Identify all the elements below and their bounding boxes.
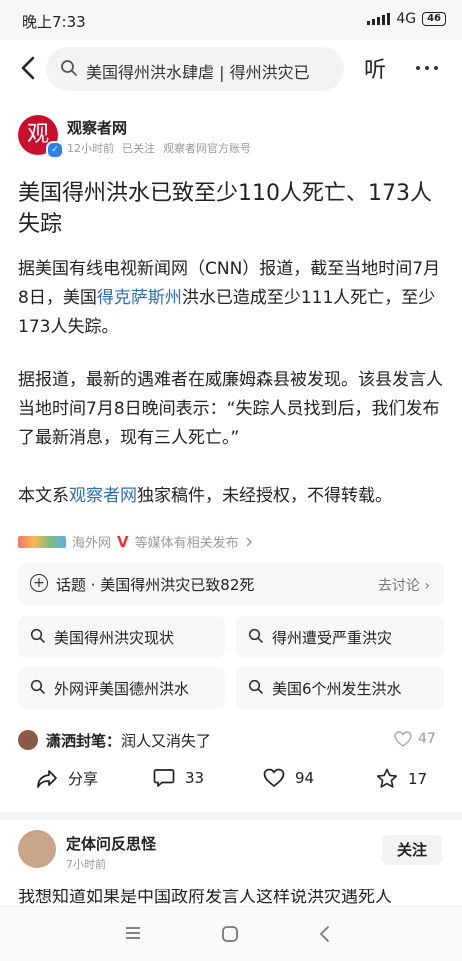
search-icon xyxy=(248,628,263,643)
topic-discuss[interactable]: 去讨论 › xyxy=(378,575,430,595)
section-divider xyxy=(0,812,462,820)
chevron-right-icon xyxy=(246,536,252,547)
comment-icon xyxy=(153,769,175,787)
menu-icon[interactable] xyxy=(124,925,142,941)
article-paragraph-3: 本文系观察者网独家稿件，未经授权，不得转载。 xyxy=(18,482,444,511)
star-icon xyxy=(377,768,397,788)
topic-label: 话题 · 美国得州洪灾已致82死 xyxy=(56,576,255,594)
comment-like-count: 47 xyxy=(418,731,436,747)
top-comment[interactable]: 潇洒封笔：润人又消失了 xyxy=(46,730,211,751)
chip-label: 外网评美国德州洪水 xyxy=(54,680,190,698)
search-icon xyxy=(30,679,45,694)
related-search-chip[interactable]: 美国得州洪灾现状 xyxy=(18,616,225,658)
topic-action: 去讨论 xyxy=(377,578,420,594)
home-icon[interactable] xyxy=(221,925,239,943)
verified-badge-icon: ✓ xyxy=(46,141,64,159)
share-button[interactable]: 分享 xyxy=(36,768,98,789)
heart-icon xyxy=(394,731,412,747)
comment-like[interactable]: 47 xyxy=(394,731,436,747)
outlet-logo xyxy=(18,535,66,548)
v-mark: V xyxy=(117,532,129,551)
network-type: 4G xyxy=(396,11,417,27)
action-bar: 分享 33 94 17 xyxy=(0,760,462,800)
plus-circle-icon: + xyxy=(30,574,48,592)
like-count: 94 xyxy=(295,769,315,787)
chip-label: 美国得州洪灾现状 xyxy=(54,629,175,647)
author-name[interactable]: 观察者网 xyxy=(67,117,127,138)
comment-button[interactable]: 33 xyxy=(153,768,204,788)
article-paragraph-2: 据报道，最新的遇难者在威廉姆森县被发现。该县发言人当地时间7月8日晚间表示：“失… xyxy=(18,370,443,448)
chip-label: 美国6个州发生洪水 xyxy=(272,680,402,698)
favorite-button[interactable]: 17 xyxy=(376,768,427,789)
back-icon[interactable] xyxy=(16,53,42,83)
follow-button[interactable]: 关注 xyxy=(382,835,442,865)
outlet-name: 海外网 xyxy=(72,536,112,551)
search-icon xyxy=(61,60,77,76)
share-label: 分享 xyxy=(68,770,99,788)
next-post-preview[interactable]: 我想知道如果是中国政府发言人这样说洪灾遇死人 xyxy=(18,889,444,905)
paragraph-text: 本文系 xyxy=(18,486,69,506)
favorite-count: 17 xyxy=(408,769,428,788)
commenter-name: 潇洒封笔： xyxy=(46,732,122,750)
battery-icon: 46 xyxy=(422,12,446,26)
more-icon[interactable] xyxy=(416,66,438,70)
topic-card[interactable]: + 话题 · 美国得州洪灾已致82死 去讨论 › xyxy=(18,563,444,605)
post-time: 12小时前 xyxy=(67,142,114,155)
search-icon xyxy=(248,679,263,694)
guancha-link[interactable]: 观察者网 xyxy=(69,486,137,506)
comment-text: 润人又消失了 xyxy=(121,732,212,750)
related-search-chip[interactable]: 外网评美国德州洪水 xyxy=(18,667,225,709)
chip-label: 得州遭受严重洪灾 xyxy=(272,629,393,647)
like-button[interactable]: 94 xyxy=(263,768,314,788)
search-bar[interactable]: 美国得州洪水肆虐 | 得州洪灾已 xyxy=(46,47,344,91)
media-source[interactable]: 海外网 V 等媒体有相关发布 xyxy=(18,532,253,551)
signal-icon xyxy=(367,13,391,25)
follow-state: 已关注 xyxy=(122,142,155,155)
related-search-chip[interactable]: 得州遭受严重洪灾 xyxy=(236,616,444,658)
article-paragraph-1: 据美国有线电视新闻网（CNN）报道，截至当地时间7月8日，美国得克萨斯州洪水已造… xyxy=(18,255,444,342)
texas-link[interactable]: 得克萨斯州 xyxy=(97,288,182,308)
back-nav-icon[interactable] xyxy=(318,925,332,943)
heart-icon xyxy=(263,768,285,788)
next-post-avatar[interactable] xyxy=(18,830,56,868)
article-title: 美国得州洪水已致至少110人死亡、173人失踪 xyxy=(18,181,432,237)
listen-button[interactable]: 听 xyxy=(364,52,386,84)
related-search-chip[interactable]: 美国6个州发生洪水 xyxy=(236,667,444,709)
outlet-more: 等媒体有相关发布 xyxy=(134,536,239,551)
status-bar: 晚上7:33 4G 46 xyxy=(0,0,462,40)
account-desc: 观察者网官方账号 xyxy=(163,142,251,155)
status-indicators: 4G 46 xyxy=(367,11,446,27)
status-time: 晚上7:33 xyxy=(22,13,86,31)
paragraph-text: 独家稿件，未经授权，不得转载。 xyxy=(137,486,392,506)
share-icon xyxy=(37,769,57,788)
next-post-text: 我想知道如果是中国政府发言人这样说洪灾遇死人 xyxy=(18,889,392,905)
next-post-author[interactable]: 定体问反思怪 xyxy=(66,833,156,854)
commenter-avatar[interactable] xyxy=(18,730,38,750)
next-post-time: 7小时前 xyxy=(66,858,106,871)
search-icon xyxy=(30,628,45,643)
system-nav-bar xyxy=(0,906,462,961)
comment-count: 33 xyxy=(185,769,205,787)
author-meta: 12小时前 已关注 观察者网官方账号 xyxy=(67,140,251,156)
search-query: 美国得州洪水肆虐 | 得州洪灾已 xyxy=(86,63,310,82)
search-header: 美国得州洪水肆虐 | 得州洪灾已 听 xyxy=(0,40,462,96)
